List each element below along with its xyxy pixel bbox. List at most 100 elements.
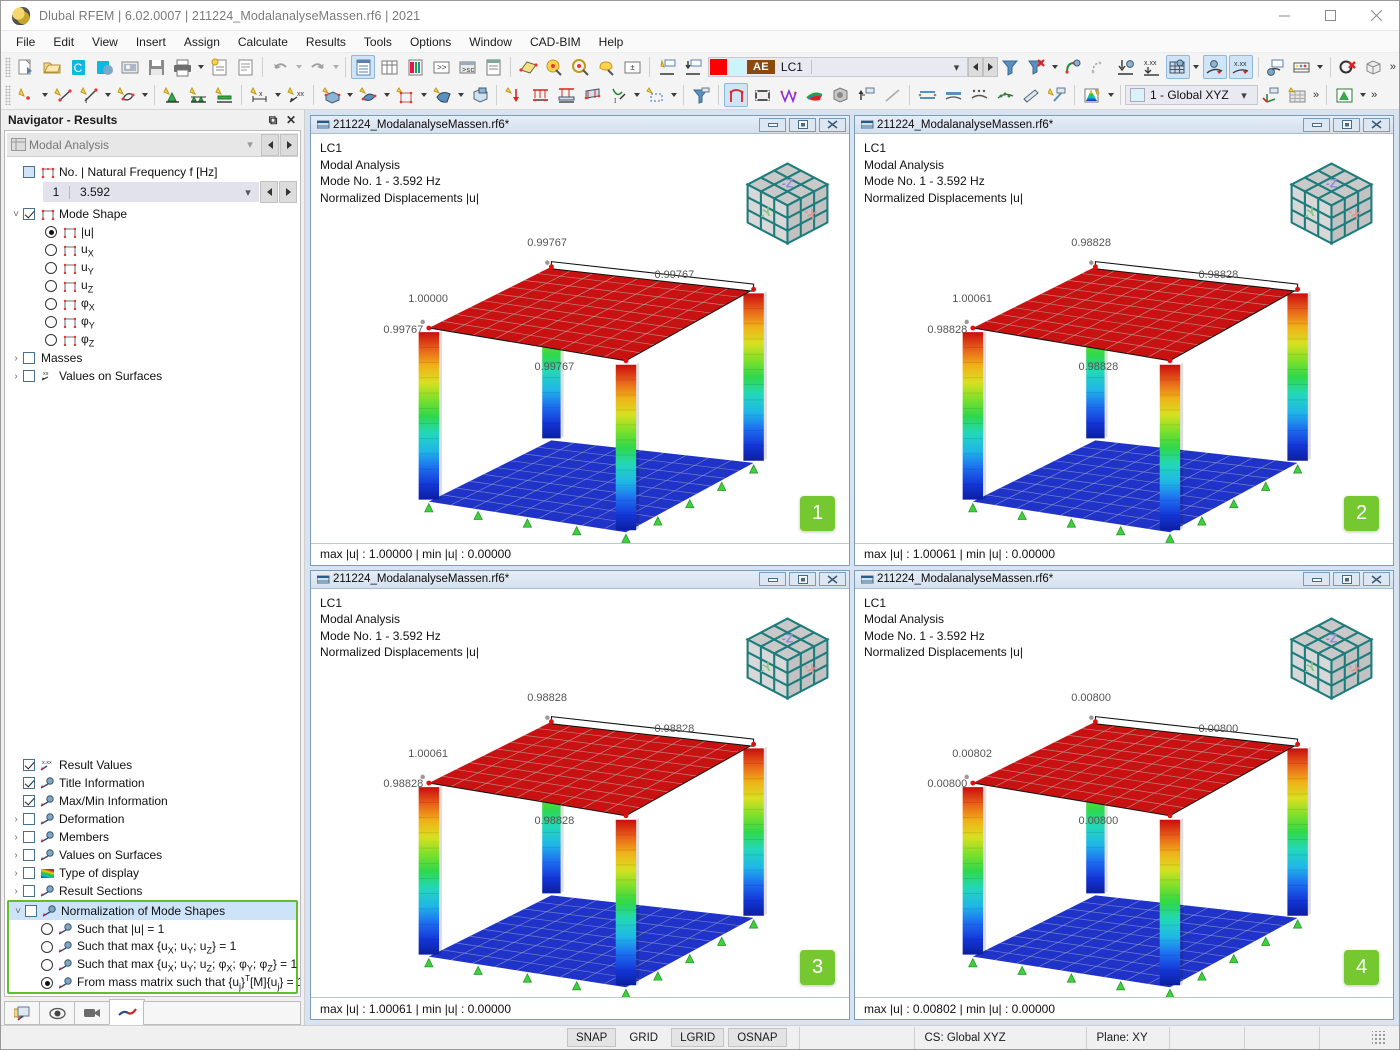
chevron-down-icon[interactable]: ▾: [240, 138, 260, 151]
clear-results-caret[interactable]: [1050, 55, 1061, 79]
normalization-option-max-u[interactable]: Such that max {uX; uY; uZ} = 1: [9, 938, 296, 956]
radio[interactable]: [45, 316, 57, 328]
section-cut-icon[interactable]: [1019, 83, 1043, 107]
checkbox[interactable]: [23, 885, 35, 897]
result-curve-icon[interactable]: [776, 83, 800, 107]
new-surface-caret[interactable]: [139, 83, 150, 107]
show-surfaces-caret[interactable]: [1191, 55, 1202, 79]
line-load-icon[interactable]: [528, 83, 552, 107]
status-toggle-lgrid[interactable]: LGRID: [671, 1028, 724, 1047]
menu-results[interactable]: Results: [297, 32, 355, 52]
new-line-icon[interactable]: [51, 83, 75, 107]
radio[interactable]: [45, 244, 57, 256]
model-3d-view[interactable]: 0.997670.997671.000000.997670.99767: [311, 134, 849, 543]
chevron-down-icon[interactable]: ▾: [1233, 89, 1255, 102]
toolbar-overflow-chevron[interactable]: »: [1387, 61, 1399, 73]
chevron-down-icon[interactable]: ▾: [237, 186, 259, 199]
result-diagram-caret[interactable]: [1315, 55, 1326, 79]
member-support-icon[interactable]: [212, 83, 236, 107]
checkbox[interactable]: [23, 831, 35, 843]
delete-results-icon[interactable]: [1336, 55, 1360, 79]
viewport-restore-button[interactable]: [1333, 572, 1360, 586]
new-opening-icon[interactable]: [356, 83, 380, 107]
radio[interactable]: [41, 959, 53, 971]
tree-item-members[interactable]: › Members: [5, 828, 300, 846]
tree-item-phiy[interactable]: φY: [5, 313, 300, 331]
print-preview-icon[interactable]: [207, 55, 231, 79]
checkbox[interactable]: [23, 370, 35, 382]
new-solid-icon[interactable]: [319, 83, 343, 107]
viewport-minimize-button[interactable]: [759, 572, 786, 586]
rainbow-palette-caret[interactable]: [1105, 83, 1116, 107]
viewport-canvas[interactable]: LC1 Modal Analysis Mode No. 1 - 3.592 Hz…: [855, 589, 1393, 998]
viewport-1[interactable]: 211224_ModalanalyseMassen.rf6* LC1 Modal…: [310, 115, 850, 566]
tree-item-type-of-display[interactable]: › Type of display: [5, 864, 300, 882]
expander-icon[interactable]: ˅: [9, 209, 23, 220]
viewport-restore-button[interactable]: [789, 118, 816, 132]
member-load-icon[interactable]: [554, 83, 578, 107]
zoom-rotate-icon[interactable]: [568, 55, 592, 79]
redo-dropdown-caret[interactable]: [330, 55, 341, 79]
expander-icon[interactable]: ˅: [11, 906, 25, 917]
values-label-icon[interactable]: xx: [284, 83, 308, 107]
results-navigator-tab[interactable]: [109, 999, 145, 1025]
project-manager-icon[interactable]: [118, 55, 142, 79]
tree-item-u-abs[interactable]: |u|: [5, 223, 300, 241]
new-block-icon[interactable]: [467, 83, 491, 107]
color-scale-icon[interactable]: [802, 83, 826, 107]
expander-icon[interactable]: ›: [9, 868, 23, 879]
menu-file[interactable]: File: [7, 32, 44, 52]
project-navigator-tab[interactable]: [4, 1001, 40, 1025]
rainbow-palette-icon[interactable]: [1080, 83, 1104, 107]
radio[interactable]: [41, 923, 53, 935]
new-surface-icon[interactable]: [114, 83, 138, 107]
checkbox[interactable]: [23, 777, 35, 789]
analysis-next-button[interactable]: [280, 134, 298, 156]
tree-item-masses[interactable]: › Masses: [5, 349, 300, 367]
viewport-close-button[interactable]: [819, 572, 846, 586]
expander-icon[interactable]: ›: [9, 353, 23, 364]
solid-view-icon[interactable]: [828, 83, 852, 107]
show-deformation-icon[interactable]: [1203, 55, 1227, 79]
show-surfaces-icon[interactable]: [1166, 55, 1190, 79]
tree-item-maxmin-information[interactable]: Max/Min Information: [5, 792, 300, 810]
menu-cad-bim[interactable]: CAD-BIM: [521, 32, 590, 52]
tree-item-values-on-surfaces[interactable]: › Values on Surfaces: [5, 846, 300, 864]
expander-icon[interactable]: ›: [9, 886, 23, 897]
model-3d-view[interactable]: 0.008000.008000.008020.008000.00800: [855, 589, 1393, 998]
navigator-icon[interactable]: [351, 55, 375, 79]
checkbox[interactable]: [23, 166, 35, 178]
viewport-canvas[interactable]: LC1 Modal Analysis Mode No. 1 - 3.592 Hz…: [311, 134, 849, 543]
viewport-minimize-button[interactable]: [1303, 118, 1330, 132]
radio[interactable]: [41, 977, 53, 989]
printout-report-icon[interactable]: [233, 55, 257, 79]
mode-next-button[interactable]: [279, 181, 297, 203]
open-folder-icon[interactable]: [40, 55, 64, 79]
deformation-scale-icon[interactable]: [854, 83, 878, 107]
print-icon[interactable]: [170, 55, 194, 79]
script-icon[interactable]: >sc: [455, 55, 479, 79]
radio[interactable]: [45, 262, 57, 274]
values-down-icon[interactable]: [1114, 55, 1138, 79]
checkbox[interactable]: [25, 905, 37, 917]
tree-item-natural-frequency[interactable]: No. | Natural Frequency f [Hz]: [5, 163, 300, 181]
menu-assign[interactable]: Assign: [175, 32, 229, 52]
tree-item-phix[interactable]: φX: [5, 295, 300, 313]
menu-window[interactable]: Window: [460, 32, 521, 52]
radio[interactable]: [45, 334, 57, 346]
load-case-next-button[interactable]: [983, 57, 998, 77]
new-node-icon[interactable]: [14, 83, 38, 107]
clear-results-icon[interactable]: [1025, 55, 1049, 79]
values-xxx-icon[interactable]: x.xx: [1140, 55, 1164, 79]
new-section-icon[interactable]: [393, 83, 417, 107]
expander-icon[interactable]: ›: [9, 850, 23, 861]
checkbox[interactable]: [23, 795, 35, 807]
viewport-restore-button[interactable]: [789, 572, 816, 586]
member-diagram-3-icon[interactable]: [967, 83, 991, 107]
redo-icon[interactable]: [305, 55, 329, 79]
dlubal-cloud-icon[interactable]: [92, 55, 116, 79]
new-model-icon[interactable]: [14, 55, 38, 79]
line-results-icon[interactable]: [880, 83, 904, 107]
viewport-canvas[interactable]: LC1 Modal Analysis Mode No. 1 - 3.592 Hz…: [855, 134, 1393, 543]
new-section-caret[interactable]: [418, 83, 429, 107]
